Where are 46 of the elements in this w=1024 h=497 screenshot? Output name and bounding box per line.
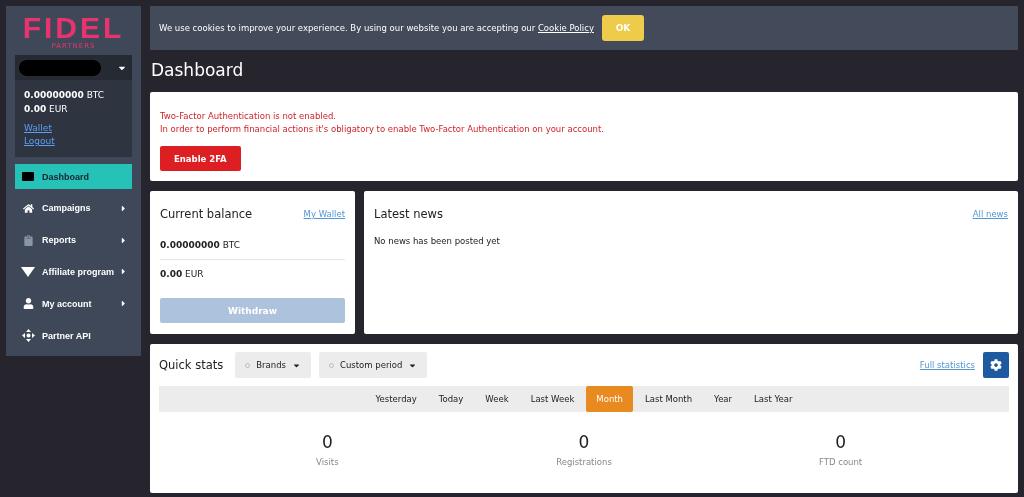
cookie-policy-link[interactable]: Cookie Policy xyxy=(537,23,594,33)
filter-dropdown[interactable]: Brands xyxy=(235,352,311,378)
diamond-icon xyxy=(21,266,35,277)
move-icon xyxy=(21,329,35,343)
sidebar-item[interactable]: Dashboard xyxy=(15,164,132,189)
sidebar-item[interactable]: Partner API xyxy=(15,323,132,348)
home-icon xyxy=(22,202,34,214)
logo-title: FIDEL xyxy=(21,14,126,42)
stat-value: 0 xyxy=(321,432,333,452)
clipboard-icon xyxy=(22,234,34,246)
account-balance: 0.00000000 BTC xyxy=(23,89,106,102)
cookie-text: We use cookies to improve your experience. By using our website you are accepting our Cookie Policy xyxy=(159,23,594,33)
card-title: Quick stats xyxy=(159,358,224,372)
stat-label: FTD count xyxy=(819,457,863,467)
alert-text: Two-Factor Authentication is not enabled. xyxy=(160,110,337,123)
sidebar-item[interactable]: My account xyxy=(15,291,132,317)
balance-value: 0.00000000 BTC xyxy=(160,239,242,252)
page-title: Dashboard xyxy=(151,60,245,80)
stat-value: 0 xyxy=(578,432,590,452)
card-title: Latest news xyxy=(374,207,443,221)
account-link[interactable]: Logout xyxy=(24,135,55,148)
account-balance: 0.00 EUR xyxy=(23,103,69,116)
account-link[interactable]: Wallet xyxy=(24,122,52,135)
enable-2fa-button[interactable]: Enable 2FA xyxy=(160,146,241,171)
card-title: Current balance xyxy=(160,207,253,221)
period-tab[interactable]: Last Week xyxy=(520,386,585,412)
empty-news-text: No news has been posted yet xyxy=(374,236,500,246)
stat-value: 0 xyxy=(835,432,847,452)
sidebar-item[interactable]: Reports xyxy=(15,227,132,253)
settings-button[interactable] xyxy=(983,352,1009,378)
filter-dropdown[interactable]: Custom period xyxy=(319,352,428,378)
person-icon xyxy=(22,298,34,310)
stat-label: Visits xyxy=(316,457,339,467)
settings-icon xyxy=(990,359,1002,371)
stat-label: Registrations xyxy=(556,457,612,467)
period-tab[interactable]: Last Year xyxy=(744,386,803,412)
alert-text: In order to perform financial actions it's obligatory to enable Two-Factor Authentication on your account. xyxy=(160,123,606,136)
sidebar-item[interactable]: Affiliate program xyxy=(15,259,132,285)
period-tab[interactable]: Last Month xyxy=(635,386,703,412)
balance-value: 0.00 EUR xyxy=(160,268,205,281)
period-tab[interactable]: Today xyxy=(428,386,474,412)
period-tab[interactable]: Yesterday xyxy=(365,386,427,412)
sidebar-item[interactable]: Campaigns xyxy=(15,196,132,221)
period-tab[interactable]: Week xyxy=(475,386,519,412)
folder-icon xyxy=(22,172,34,182)
period-tab[interactable]: Year xyxy=(704,386,743,412)
